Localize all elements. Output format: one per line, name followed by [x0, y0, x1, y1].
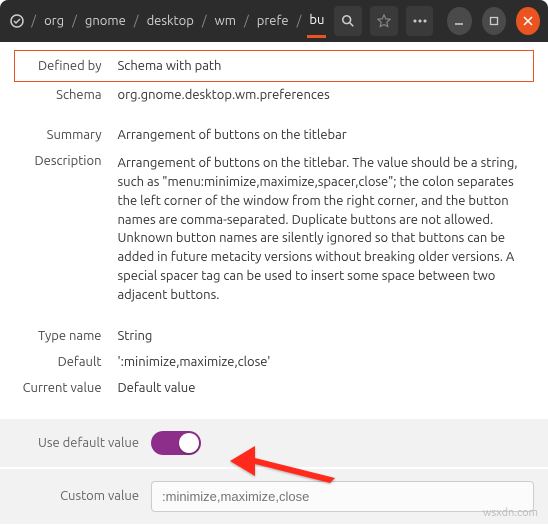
breadcrumb-sep: / — [200, 14, 209, 28]
description-label: Description — [15, 148, 110, 311]
menu-button[interactable] — [406, 6, 434, 36]
breadcrumb-sep: / — [132, 14, 141, 28]
default-label: Default — [15, 349, 110, 375]
default-value: ':minimize,maximize,close' — [110, 349, 534, 375]
description-value: Arrangement of buttons on the titlebar. … — [110, 148, 534, 311]
maximize-button[interactable] — [482, 7, 506, 35]
summary-value: Arrangement of buttons on the titlebar — [110, 122, 534, 148]
custom-value-section: Custom value — [0, 469, 548, 524]
current-value: Default value — [110, 375, 534, 401]
breadcrumb-item[interactable]: org — [42, 14, 66, 28]
defined-by-value: Schema with path — [110, 51, 534, 82]
minimize-button[interactable] — [447, 7, 471, 35]
current-value-label: Current value — [15, 375, 110, 401]
schema-label: Schema — [15, 82, 110, 109]
search-icon — [341, 14, 355, 28]
use-default-label: Use default value — [14, 436, 139, 450]
breadcrumb-sep: / — [242, 14, 251, 28]
toggle-knob — [179, 433, 199, 453]
app-icon — [8, 11, 25, 31]
schema-value: org.gnome.desktop.wm.preferences — [110, 82, 534, 109]
minimize-icon — [454, 16, 464, 26]
defined-by-label: Defined by — [15, 51, 110, 82]
star-icon — [377, 14, 391, 28]
breadcrumb-item-active[interactable]: bu — [307, 13, 326, 38]
type-label: Type name — [15, 323, 110, 349]
close-icon — [523, 16, 533, 26]
search-button[interactable] — [334, 6, 362, 36]
type-value: String — [110, 323, 534, 349]
content-area: Defined by Schema with path Schema org.g… — [0, 42, 548, 415]
custom-value-label: Custom value — [14, 489, 139, 503]
close-button[interactable] — [516, 7, 540, 35]
breadcrumb-sep: / — [295, 14, 304, 28]
watermark: wsxdn.com — [483, 507, 538, 519]
favorite-button[interactable] — [370, 6, 398, 36]
dots-icon — [413, 19, 427, 23]
breadcrumb-item[interactable]: prefe — [255, 14, 291, 28]
breadcrumb-sep: / — [29, 14, 38, 28]
summary-label: Summary — [15, 122, 110, 148]
breadcrumb-item[interactable]: wm — [213, 14, 238, 28]
breadcrumb-item[interactable]: gnome — [83, 14, 128, 28]
custom-value-input[interactable] — [151, 481, 534, 512]
use-default-section: Use default value — [0, 419, 548, 467]
maximize-icon — [489, 16, 499, 26]
titlebar: / org / gnome / desktop / wm / prefe / b… — [0, 0, 548, 42]
breadcrumb-sep: / — [70, 14, 79, 28]
breadcrumb-item[interactable]: desktop — [145, 14, 196, 28]
use-default-toggle[interactable] — [151, 431, 201, 455]
